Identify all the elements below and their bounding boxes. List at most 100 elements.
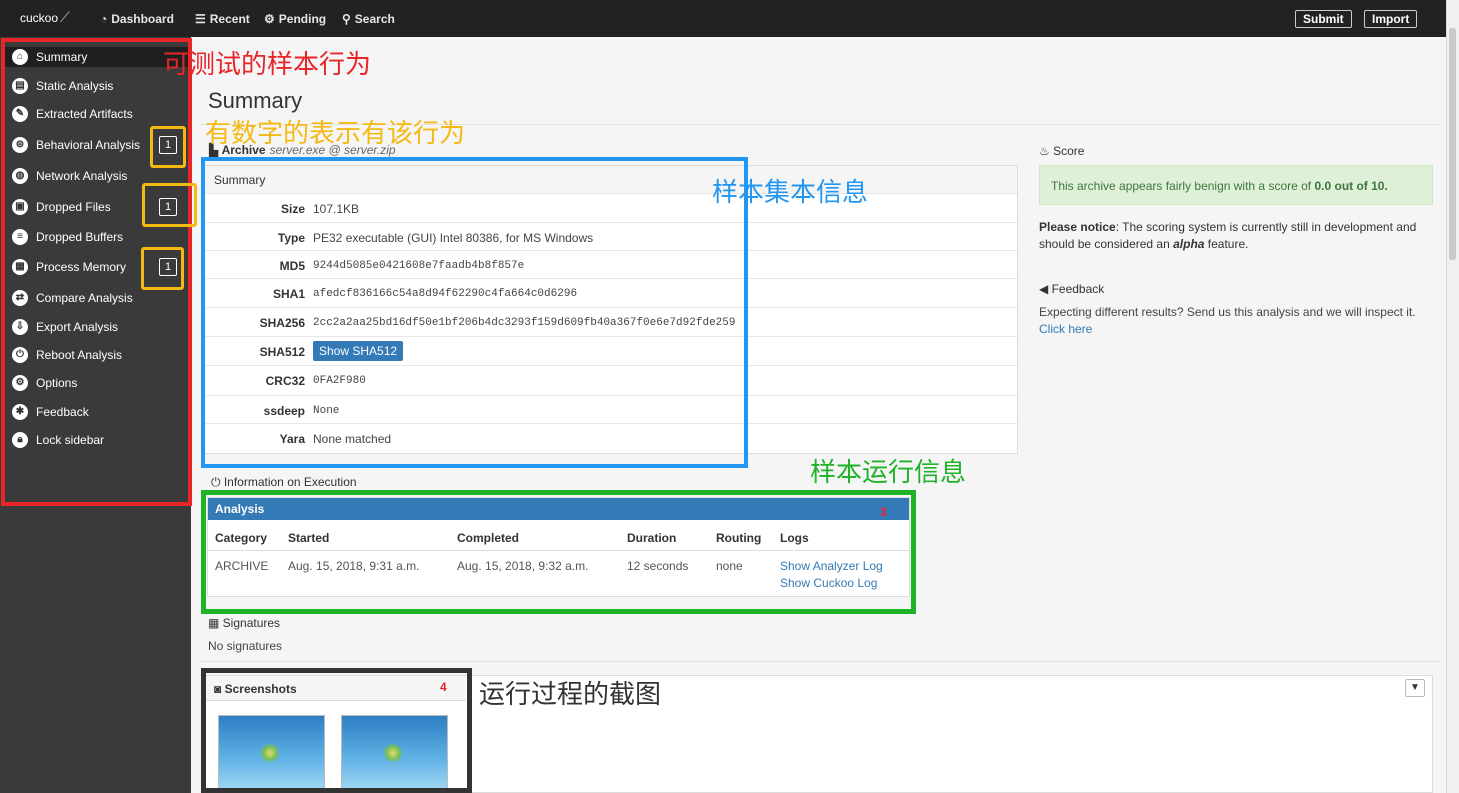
row-key: SHA1 (272, 287, 305, 301)
import-button[interactable]: Import (1364, 10, 1418, 28)
sidebar-item-dropped-buffers[interactable]: ≡ Dropped Buffers (12, 227, 123, 247)
summary-row-type: Type PE32 executable (GUI) Intel 80386, f… (205, 222, 1017, 251)
sidebar-item-label: Static Analysis (36, 79, 114, 93)
pencil-icon: ✎ (12, 106, 28, 122)
globe-icon: ◍ (12, 168, 28, 184)
nav-pending-label: Pending (278, 12, 327, 26)
gears-icon: ⚙ (12, 375, 28, 391)
section-divider (200, 661, 1440, 662)
cell-routing: none (716, 559, 743, 573)
nav-dashboard[interactable]: ◔ Dashboard (100, 12, 174, 26)
row-value: 107.1KB (313, 202, 360, 216)
nav-search-label: Search (354, 12, 395, 26)
sidebar-item-label: Reboot Analysis (36, 348, 123, 362)
sidebar-item-export-analysis[interactable]: ⇩ Export Analysis (12, 317, 118, 337)
send-icon: ◀ (1039, 282, 1052, 296)
screenshots-panel: ◙ Screenshots (205, 675, 1433, 793)
chevron-down-icon[interactable]: ▼ (1405, 679, 1425, 697)
sidebar-item-label: Summary (36, 50, 88, 64)
nav-search[interactable]: ⚲ Search (342, 12, 395, 26)
cell-started: Aug. 15, 2018, 9:31 a.m. (288, 559, 420, 573)
behavioral-count-badge: 1 (159, 136, 177, 154)
row-key: ssdeep (263, 404, 305, 418)
show-cuckoo-log-link[interactable]: Show Cuckoo Log (780, 576, 877, 590)
sidebar-item-static-analysis[interactable]: ▤ Static Analysis (12, 76, 113, 96)
sidebar-item-feedback[interactable]: ✱ Feedback (12, 402, 89, 422)
execution-label-text: Information on Execution (223, 475, 357, 489)
summary-row-md5: MD5 9244d5085e0421608e7faadb4b8f857e (205, 250, 1017, 279)
sidebar-item-process-memory[interactable]: ▦ Process Memory (12, 257, 126, 277)
row-key: MD5 (279, 259, 305, 273)
row-key: SHA256 (259, 316, 305, 330)
scrollbar-thumb[interactable] (1449, 28, 1456, 260)
sidebar-item-lock-sidebar[interactable]: 🔒︎ Lock sidebar (12, 430, 104, 450)
behavior-icon: ⊜ (12, 137, 28, 153)
gears-icon: ⚙ (264, 12, 275, 26)
score-section-label: ♨ Score (1039, 144, 1084, 158)
nav-pending[interactable]: ⚙ Pending (264, 12, 326, 26)
dropped-files-count-badge: 1 (159, 198, 177, 216)
nav-recent-label: Recent (209, 12, 250, 26)
notice-bold: Please notice (1039, 220, 1116, 234)
feedback-click-here-link[interactable]: Click here (1039, 322, 1092, 336)
sidebar-item-label: Network Analysis (36, 169, 128, 183)
summary-panel-heading: Summary (205, 166, 1017, 194)
col-header-category: Category (215, 531, 268, 545)
summary-row-sha512: SHA512 Show SHA512 (205, 336, 1017, 365)
screenshot-thumbnail[interactable] (218, 715, 325, 790)
sidebar-item-dropped-files[interactable]: ▣ Dropped Files (12, 197, 111, 217)
summary-panel: Summary Size 107.1KB Type PE32 executable … (204, 165, 1018, 454)
database-icon: ≡ (12, 229, 28, 245)
lock-icon: 🔒︎ (12, 432, 28, 448)
execution-section-label: ⏻ Information on Execution (211, 475, 357, 490)
sidebar-item-reboot-analysis[interactable]: ⏻ Reboot Analysis (12, 345, 122, 365)
sidebar-item-label: Behavioral Analysis (36, 138, 141, 152)
list-icon: ☰ (195, 12, 206, 26)
power-icon: ⏻ (12, 347, 28, 363)
summary-row-sha256: SHA256 2cc2a2aa25bd16df50e1bf206b4dc3293f… (205, 307, 1017, 336)
analysis-panel-heading: Analysis (208, 498, 909, 520)
feedback-text: Expecting different results? Send us thi… (1039, 304, 1439, 338)
sidebar-item-network-analysis[interactable]: ◍ Network Analysis (12, 166, 127, 186)
sidebar-item-label: Dropped Buffers (36, 230, 124, 244)
process-memory-count-badge: 1 (159, 258, 177, 276)
dashboard-icon: ◔ (100, 12, 108, 26)
screenshot-thumbnail[interactable] (341, 715, 448, 790)
notice-tail: feature. (1204, 237, 1249, 251)
show-sha512-button[interactable]: Show SHA512 (313, 341, 404, 361)
score-label-text: Score (1053, 144, 1085, 158)
row-value: 9244d5085e0421608e7faadb4b8f857e (313, 260, 525, 272)
show-analyzer-log-link[interactable]: Show Analyzer Log (780, 559, 883, 573)
signatures-label-text: Signatures (222, 616, 281, 630)
row-key: Type (277, 231, 305, 245)
summary-annotation: 样本集本信息 (712, 178, 869, 208)
submit-button[interactable]: Submit (1295, 10, 1352, 28)
sidebar-item-behavioral-analysis[interactable]: ⊜ Behavioral Analysis (12, 135, 140, 155)
col-header-completed: Completed (457, 531, 520, 545)
search-icon: ⚲ (342, 12, 351, 26)
screenshots-heading: ◙ Screenshots (206, 676, 466, 701)
score-alert: This archive appears fairly benign with … (1039, 165, 1433, 205)
row-value: None matched (313, 432, 392, 446)
row-key: Size (280, 202, 305, 216)
windows-logo-icon (259, 744, 281, 762)
sidebar-item-extracted-artifacts[interactable]: ✎ Extracted Artifacts (12, 104, 133, 124)
sidebar-item-options[interactable]: ⚙ Options (12, 373, 77, 393)
screenshots-label-text: Screenshots (224, 682, 297, 696)
execution-annotation: 样本运行信息 (810, 458, 967, 488)
sidebar-item-summary[interactable]: ⌂ Summary (3, 47, 189, 67)
cell-category: ARCHIVE (215, 559, 269, 573)
feedback-body: Expecting different results? Send us thi… (1039, 305, 1416, 319)
home-icon: ⌂ (12, 49, 28, 65)
top-navbar: cuckoo ⟋ ◔ Dashboard ☰ Recent ⚙ Pending ⚲ Sea… (0, 0, 1446, 37)
memory-icon: ▦ (12, 259, 28, 275)
badge-annotation: 有数字的表示有该行为 (205, 119, 466, 149)
sidebar-item-label: Export Analysis (36, 320, 119, 334)
row-value: 2cc2a2aa25bd16df50e1bf206b4dc3293f159d60… (313, 317, 736, 329)
nav-recent[interactable]: ☰ Recent (195, 12, 250, 26)
annotation-number-4: 4 (440, 680, 447, 694)
bug-icon: ✱ (12, 404, 28, 420)
sidebar-item-label: Feedback (36, 405, 89, 419)
sidebar-item-compare-analysis[interactable]: ⇄ Compare Analysis (12, 288, 133, 308)
cuckoo-logo[interactable]: cuckoo ⟋ (20, 9, 70, 26)
